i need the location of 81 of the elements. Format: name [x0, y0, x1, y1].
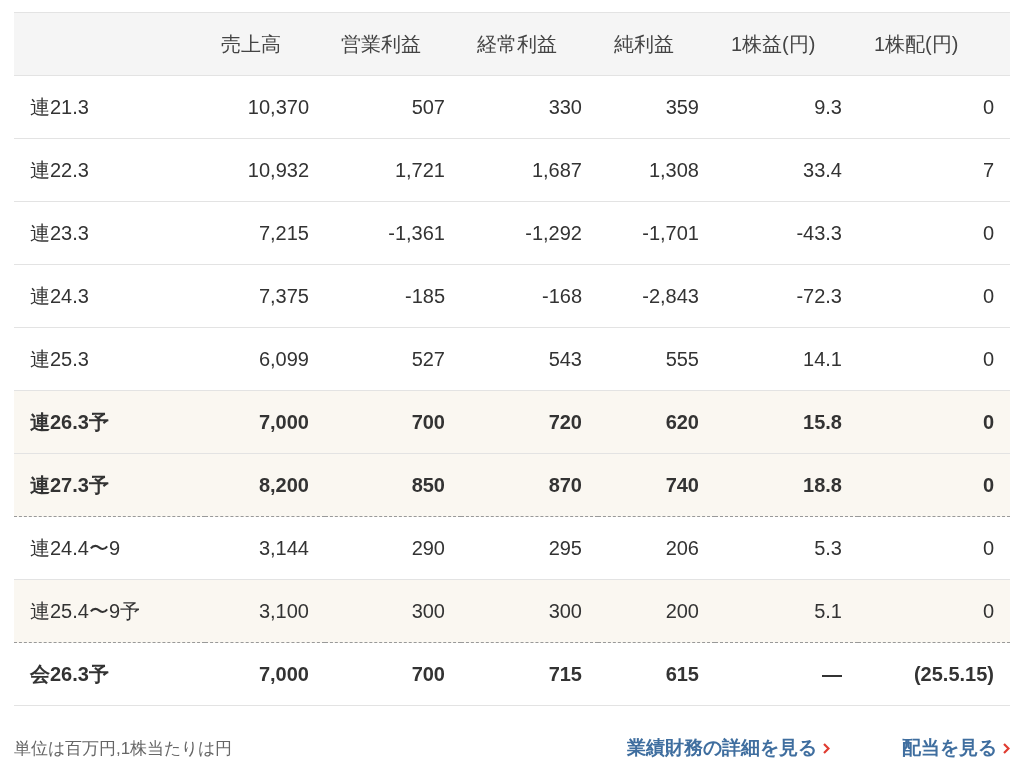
value-cell: 330: [461, 75, 598, 139]
value-cell: 200: [598, 579, 715, 643]
value-cell: 850: [325, 453, 461, 517]
value-cell: 0: [858, 579, 1010, 643]
value-cell: 0: [858, 201, 1010, 265]
column-header: 営業利益: [325, 12, 461, 76]
value-cell: 7: [858, 138, 1010, 202]
value-cell: 8,200: [205, 453, 325, 517]
value-cell: 0: [858, 75, 1010, 139]
value-cell: 18.8: [715, 453, 858, 517]
value-cell: 359: [598, 75, 715, 139]
value-cell: -2,843: [598, 264, 715, 328]
value-cell: 206: [598, 516, 715, 580]
value-cell: 0: [858, 327, 1010, 391]
column-header: 経常利益: [461, 12, 598, 76]
value-cell: -1,361: [325, 201, 461, 265]
period-cell: 連26.3予: [14, 390, 205, 454]
value-cell: -168: [461, 264, 598, 328]
column-header: 売上高: [205, 12, 325, 76]
value-cell: (25.5.15): [858, 642, 1010, 706]
value-cell: 720: [461, 390, 598, 454]
value-cell: 700: [325, 390, 461, 454]
value-cell: 15.8: [715, 390, 858, 454]
value-cell: 0: [858, 516, 1010, 580]
value-cell: -43.3: [715, 201, 858, 265]
value-cell: 543: [461, 327, 598, 391]
value-cell: 527: [325, 327, 461, 391]
value-cell: 620: [598, 390, 715, 454]
value-cell: 740: [598, 453, 715, 517]
chevron-right-icon: [1003, 742, 1010, 754]
column-header: 1株配(円): [858, 12, 1010, 76]
value-cell: 5.1: [715, 579, 858, 643]
value-cell: 3,100: [205, 579, 325, 643]
period-cell: 連27.3予: [14, 453, 205, 517]
period-cell: 連25.3: [14, 327, 205, 391]
period-cell: 連25.4〜9予: [14, 579, 205, 643]
unit-note: 単位は百万円,1株当たりは円: [14, 737, 234, 760]
value-cell: -185: [325, 264, 461, 328]
value-cell: 7,215: [205, 201, 325, 265]
value-cell: 507: [325, 75, 461, 139]
value-cell: 700: [325, 642, 461, 706]
value-cell: 7,000: [205, 390, 325, 454]
value-cell: 7,375: [205, 264, 325, 328]
value-cell: 6,099: [205, 327, 325, 391]
period-cell: 連21.3: [14, 75, 205, 139]
period-cell: 連23.3: [14, 201, 205, 265]
period-cell: 連24.3: [14, 264, 205, 328]
column-header: 純利益: [598, 12, 715, 76]
value-cell: 14.1: [715, 327, 858, 391]
value-cell: 5.3: [715, 516, 858, 580]
value-cell: 555: [598, 327, 715, 391]
period-cell: 連22.3: [14, 138, 205, 202]
value-cell: 1,721: [325, 138, 461, 202]
value-cell: 7,000: [205, 642, 325, 706]
value-cell: 300: [461, 579, 598, 643]
value-cell: 715: [461, 642, 598, 706]
value-cell: —: [715, 642, 858, 706]
value-cell: 3,144: [205, 516, 325, 580]
value-cell: -1,292: [461, 201, 598, 265]
value-cell: 615: [598, 642, 715, 706]
value-cell: 10,370: [205, 75, 325, 139]
value-cell: 9.3: [715, 75, 858, 139]
value-cell: 10,932: [205, 138, 325, 202]
column-header: 1株益(円): [715, 12, 858, 76]
value-cell: 1,687: [461, 138, 598, 202]
value-cell: 295: [461, 516, 598, 580]
value-cell: 290: [325, 516, 461, 580]
value-cell: 0: [858, 453, 1010, 517]
period-cell: 連24.4〜9: [14, 516, 205, 580]
value-cell: 300: [325, 579, 461, 643]
value-cell: 33.4: [715, 138, 858, 202]
value-cell: -72.3: [715, 264, 858, 328]
details-link[interactable]: 配当を見る: [902, 735, 1010, 761]
period-cell: 会26.3予: [14, 642, 205, 706]
value-cell: 870: [461, 453, 598, 517]
value-cell: -1,701: [598, 201, 715, 265]
details-link[interactable]: 業績財務の詳細を見る: [627, 735, 830, 761]
value-cell: 0: [858, 264, 1010, 328]
value-cell: 0: [858, 390, 1010, 454]
chevron-right-icon: [823, 742, 830, 754]
value-cell: 1,308: [598, 138, 715, 202]
